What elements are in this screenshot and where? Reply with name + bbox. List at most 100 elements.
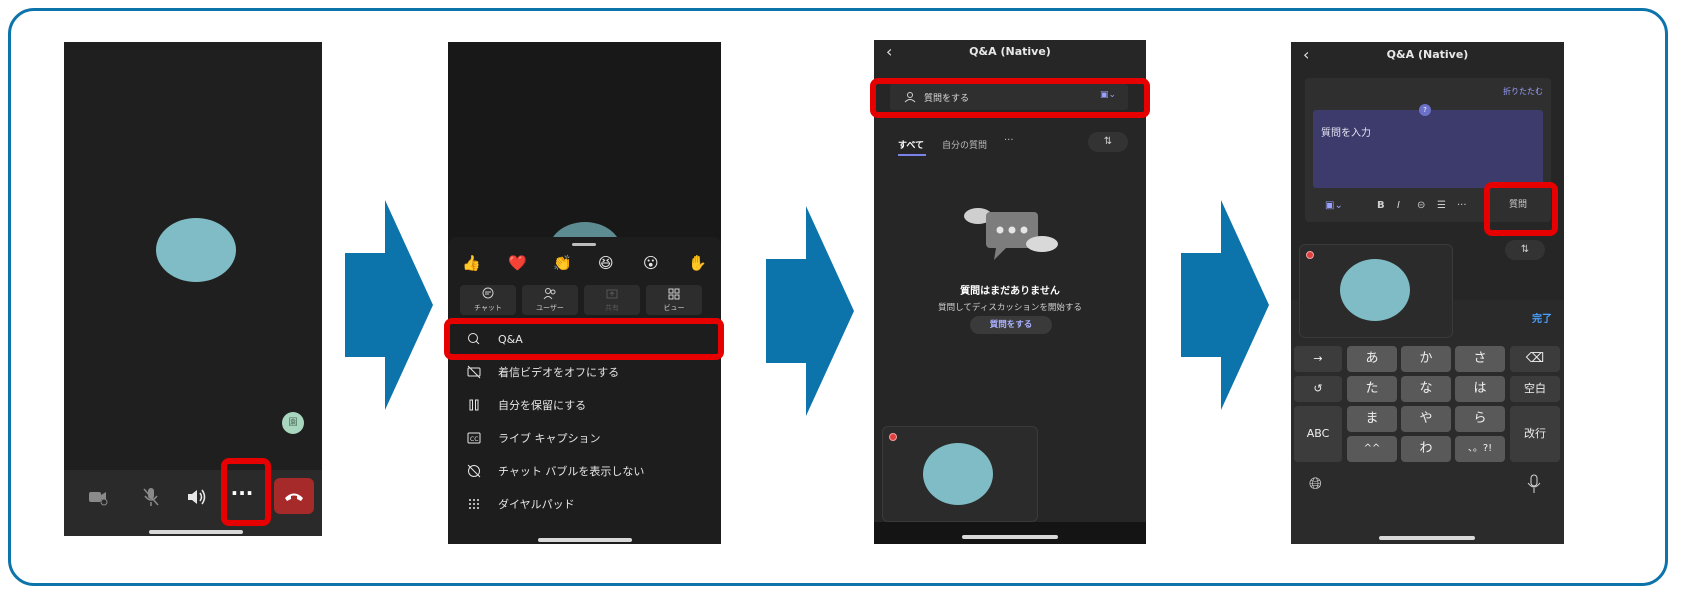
menu-item-label: 着信ビデオをオフにする — [498, 366, 620, 379]
menu-item-incoming-video-off[interactable]: 着信ビデオをオフにする — [448, 357, 721, 387]
key-sa[interactable]: さ — [1455, 346, 1505, 372]
tab-my-questions[interactable]: 自分の質問 — [942, 138, 987, 151]
home-indicator — [1379, 536, 1475, 540]
reaction-laugh[interactable]: 😆 — [598, 254, 614, 272]
ask-question-button[interactable]: 質問をする — [970, 316, 1052, 334]
tab-all[interactable]: すべて — [898, 138, 924, 151]
back-icon[interactable]: ‹ — [1303, 44, 1309, 66]
menu-item-label: チャット バブルを表示しない — [498, 465, 645, 478]
mic-off-icon[interactable] — [139, 485, 163, 509]
sheet-grabber[interactable] — [572, 243, 596, 246]
page-title: Q&A (Native) — [1386, 48, 1469, 61]
key-a[interactable]: あ — [1347, 346, 1397, 372]
empty-state-title: 質問はまだありません — [960, 286, 1060, 297]
empty-state-subtitle: 質問してディスカッションを開始する — [938, 303, 1082, 313]
highlight-qa-item — [444, 318, 724, 360]
key-abc[interactable]: ABC — [1294, 406, 1342, 462]
highlight-more-button — [221, 458, 271, 526]
format-toolbar: ▣⌄ B I ⊝ ☰ ··· — [1325, 200, 1485, 214]
key-punctuation[interactable]: 、。?! — [1455, 436, 1505, 462]
tile-share[interactable]: 共有 — [584, 285, 640, 315]
key-ha[interactable]: は — [1455, 376, 1505, 402]
participant-avatar — [156, 218, 236, 282]
reaction-surprised[interactable]: 😮 — [643, 254, 659, 272]
more-format-icon[interactable]: ··· — [1457, 200, 1467, 211]
reactions-row: 👍 ❤️ 👏 😆 😮 ✋ — [448, 254, 721, 278]
action-tiles: チャット ユーザー 共有 ビュー — [460, 285, 710, 317]
sort-button[interactable]: ⇅ — [1088, 132, 1128, 152]
hold-icon — [466, 397, 482, 413]
chat-icon — [482, 287, 494, 299]
arrow-right-icon — [766, 206, 854, 416]
reaction-like[interactable]: 👍 — [462, 254, 481, 272]
tile-people[interactable]: ユーザー — [522, 285, 578, 315]
phone-call-screen: 園 ··· — [64, 42, 322, 536]
bottom-bar — [874, 522, 1146, 544]
key-undo[interactable]: ↺ — [1294, 376, 1342, 402]
reaction-raise-hand[interactable]: ✋ — [688, 254, 707, 272]
home-indicator — [538, 538, 632, 542]
key-wa[interactable]: わ — [1401, 436, 1451, 462]
self-avatar: 園 — [282, 412, 304, 434]
italic-icon[interactable]: I — [1397, 200, 1400, 211]
home-indicator — [962, 535, 1058, 539]
bold-icon[interactable]: B — [1377, 200, 1385, 211]
menu-item-label: ダイヤルパッド — [498, 498, 575, 511]
done-button[interactable]: 完了 — [1532, 310, 1552, 325]
japanese-keyboard: → あ か さ ⌫ ↺ た な は 空白 ABC ま や ら 改行 ^^ わ 、… — [1291, 342, 1564, 544]
tile-view[interactable]: ビュー — [646, 285, 702, 315]
key-ta[interactable]: た — [1347, 376, 1397, 402]
collapse-link[interactable]: 折りたたむ — [1503, 86, 1543, 97]
menu-item-hold[interactable]: 自分を保留にする — [448, 390, 721, 420]
empty-chat-illustration-icon — [964, 208, 1058, 260]
key-space[interactable]: 空白 — [1510, 376, 1560, 402]
view-icon — [668, 288, 680, 300]
arrow-right-icon — [1181, 200, 1269, 410]
highlight-submit-button — [1484, 182, 1558, 236]
microphone-icon[interactable] — [1527, 474, 1541, 494]
key-backspace[interactable]: ⌫ — [1510, 346, 1560, 372]
list-icon[interactable]: ☰ — [1437, 200, 1446, 211]
self-avatar — [923, 443, 993, 505]
key-enter[interactable]: 改行 — [1510, 406, 1560, 462]
link-icon[interactable]: ⊝ — [1417, 200, 1425, 211]
share-icon — [606, 289, 618, 299]
menu-item-dialpad[interactable]: ダイヤルパッド — [448, 489, 721, 519]
page-title: Q&A (Native) — [969, 45, 1051, 58]
recording-indicator-icon — [889, 433, 897, 441]
phone-more-menu: 👍 ❤️ 👏 😆 😮 ✋ チャット ユーザー 共有 ビュー Q&A 着信ビデオを… — [448, 42, 721, 544]
menu-item-live-captions[interactable]: CC ライブ キャプション — [448, 423, 721, 453]
recording-indicator-icon — [1306, 251, 1314, 259]
captions-icon: CC — [466, 430, 482, 446]
anonymous-toggle-icon[interactable]: ▣⌄ — [1325, 200, 1343, 211]
self-video-preview — [1299, 244, 1453, 338]
hang-up-button[interactable] — [274, 478, 314, 514]
svg-text:CC: CC — [470, 436, 478, 443]
sort-button[interactable]: ⇅ — [1505, 240, 1545, 260]
key-arrow[interactable]: → — [1294, 346, 1342, 372]
dialpad-icon — [466, 496, 482, 512]
back-icon[interactable]: ‹ — [886, 41, 892, 63]
phone-qa-compose: Q&A (Native) ‹ 折りたたむ 質問を入力 ? ▣⌄ B I ⊝ ☰ … — [1291, 42, 1564, 544]
key-na[interactable]: な — [1401, 376, 1451, 402]
globe-icon[interactable]: 🌐︎ — [1309, 474, 1322, 494]
tile-chat[interactable]: チャット — [460, 285, 516, 315]
self-video-preview — [882, 426, 1038, 522]
video-off-icon[interactable] — [86, 485, 110, 509]
key-ma[interactable]: ま — [1347, 406, 1397, 432]
key-ya[interactable]: や — [1401, 406, 1451, 432]
question-input[interactable]: 質問を入力 ? — [1313, 104, 1543, 188]
question-input-placeholder: 質問を入力 — [1321, 128, 1371, 139]
menu-item-hide-chat-bubbles[interactable]: チャット バブルを表示しない — [448, 456, 721, 486]
key-ra[interactable]: ら — [1455, 406, 1505, 432]
highlight-ask-field — [870, 78, 1150, 118]
key-ka[interactable]: か — [1401, 346, 1451, 372]
key-kaomoji[interactable]: ^^ — [1347, 436, 1397, 462]
reaction-applause[interactable]: 👏 — [553, 254, 572, 272]
speaker-icon[interactable] — [184, 485, 208, 509]
reaction-heart[interactable]: ❤️ — [508, 254, 527, 272]
self-avatar — [1340, 259, 1410, 321]
anonymous-icon: ? — [1419, 104, 1431, 116]
tab-more[interactable]: ··· — [1004, 135, 1014, 146]
video-off-icon — [466, 364, 482, 380]
